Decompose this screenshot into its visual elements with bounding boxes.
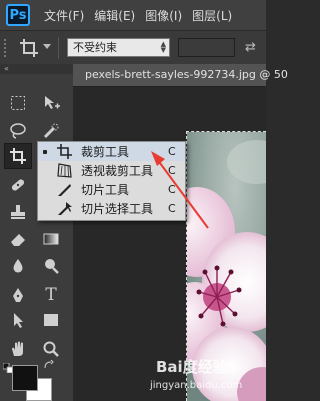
- watermark-url: jingyan.baidu.com: [150, 380, 243, 391]
- move-icon[interactable]: [39, 91, 63, 115]
- options-bar-grip[interactable]: [4, 39, 9, 57]
- flyout-item-label: 透视裁剪工具: [81, 164, 154, 178]
- options-bar: 不受约束 ▲ ▼ ⇄: [0, 30, 266, 66]
- swap-arrows-icon[interactable]: ⇄: [245, 40, 256, 55]
- slice-icon: [56, 181, 73, 198]
- flyout-item-slice-select[interactable]: 切片选择工具 C: [38, 199, 185, 218]
- flyout-item-label: 切片工具: [81, 183, 130, 197]
- lasso-icon[interactable]: [6, 119, 30, 143]
- crop-tool[interactable]: [4, 143, 32, 169]
- flyout-item-shortcut: C: [168, 202, 176, 215]
- toolbox-collapse[interactable]: «: [0, 64, 73, 74]
- bandage-icon[interactable]: [6, 173, 30, 197]
- crop-icon: [10, 148, 26, 164]
- slice-select-icon: [56, 200, 73, 217]
- crop-icon: [56, 143, 73, 160]
- flyout-item-crop[interactable]: 裁剪工具 C: [38, 142, 185, 161]
- flyout-item-shortcut: C: [168, 183, 176, 196]
- flyout-item-perspective-crop[interactable]: 透视裁剪工具 C: [38, 161, 185, 180]
- flyout-item-label: 切片选择工具: [81, 202, 154, 216]
- flyout-item-shortcut: C: [168, 145, 176, 158]
- ratio-select-value: 不受约束: [73, 41, 117, 54]
- flyout-item-shortcut: C: [168, 164, 176, 177]
- ratio-select[interactable]: 不受约束 ▲ ▼: [67, 38, 170, 57]
- arrow-icon[interactable]: [6, 308, 30, 332]
- quick-select-icon[interactable]: [39, 119, 63, 143]
- options-separator: [58, 37, 59, 59]
- drop-icon[interactable]: [6, 254, 30, 278]
- crop-tool-flyout: 裁剪工具 C 透视裁剪工具 C 切片工具 C 切片选择工具 C: [37, 141, 186, 221]
- ratio-width-input[interactable]: [178, 38, 235, 57]
- document-tab[interactable]: pexels-brett-sayles-992734.jpg @ 50: [73, 64, 288, 87]
- eraser-icon[interactable]: [6, 227, 30, 251]
- gradient-icon[interactable]: [39, 227, 63, 251]
- chevron-updown-icon: ▲ ▼: [160, 40, 166, 54]
- flyout-item-slice[interactable]: 切片工具 C: [38, 180, 185, 199]
- menu-edit[interactable]: 编辑(E): [94, 7, 135, 24]
- stamp-icon[interactable]: [6, 200, 30, 224]
- photoshop-logo: Ps: [6, 4, 30, 26]
- flyout-item-label: 裁剪工具: [81, 145, 130, 159]
- foreground-color-swatch[interactable]: [12, 365, 38, 391]
- menu-layer[interactable]: 图层(L): [192, 7, 232, 24]
- toolbox: « T: [0, 64, 74, 401]
- watermark-brand: Bai度经验: [156, 358, 228, 376]
- tool-preset-dropdown[interactable]: [43, 44, 51, 49]
- crop-icon[interactable]: [18, 37, 40, 59]
- pen-icon[interactable]: [6, 283, 30, 307]
- swap-colors-icon[interactable]: [42, 359, 56, 373]
- menu-file[interactable]: 文件(F): [44, 7, 84, 24]
- document-tab-label: pexels-brett-sayles-992734.jpg @ 50: [85, 68, 288, 81]
- rectangle-icon[interactable]: [39, 308, 63, 332]
- rect-marquee-icon[interactable]: [6, 91, 30, 115]
- baidu-watermark: Bai度经验 jingyan.baidu.com: [150, 356, 266, 398]
- menubar: Ps 文件(F) 编辑(E) 图像(I) 图层(L): [0, 0, 266, 30]
- hand-icon[interactable]: [6, 337, 30, 361]
- selected-bullet-icon: [43, 149, 47, 154]
- dodge-icon[interactable]: [39, 254, 63, 278]
- zoom-icon[interactable]: [39, 337, 63, 361]
- type-icon[interactable]: T: [39, 283, 63, 307]
- menu-image[interactable]: 图像(I): [145, 7, 182, 24]
- perspective-crop-icon: [56, 162, 73, 179]
